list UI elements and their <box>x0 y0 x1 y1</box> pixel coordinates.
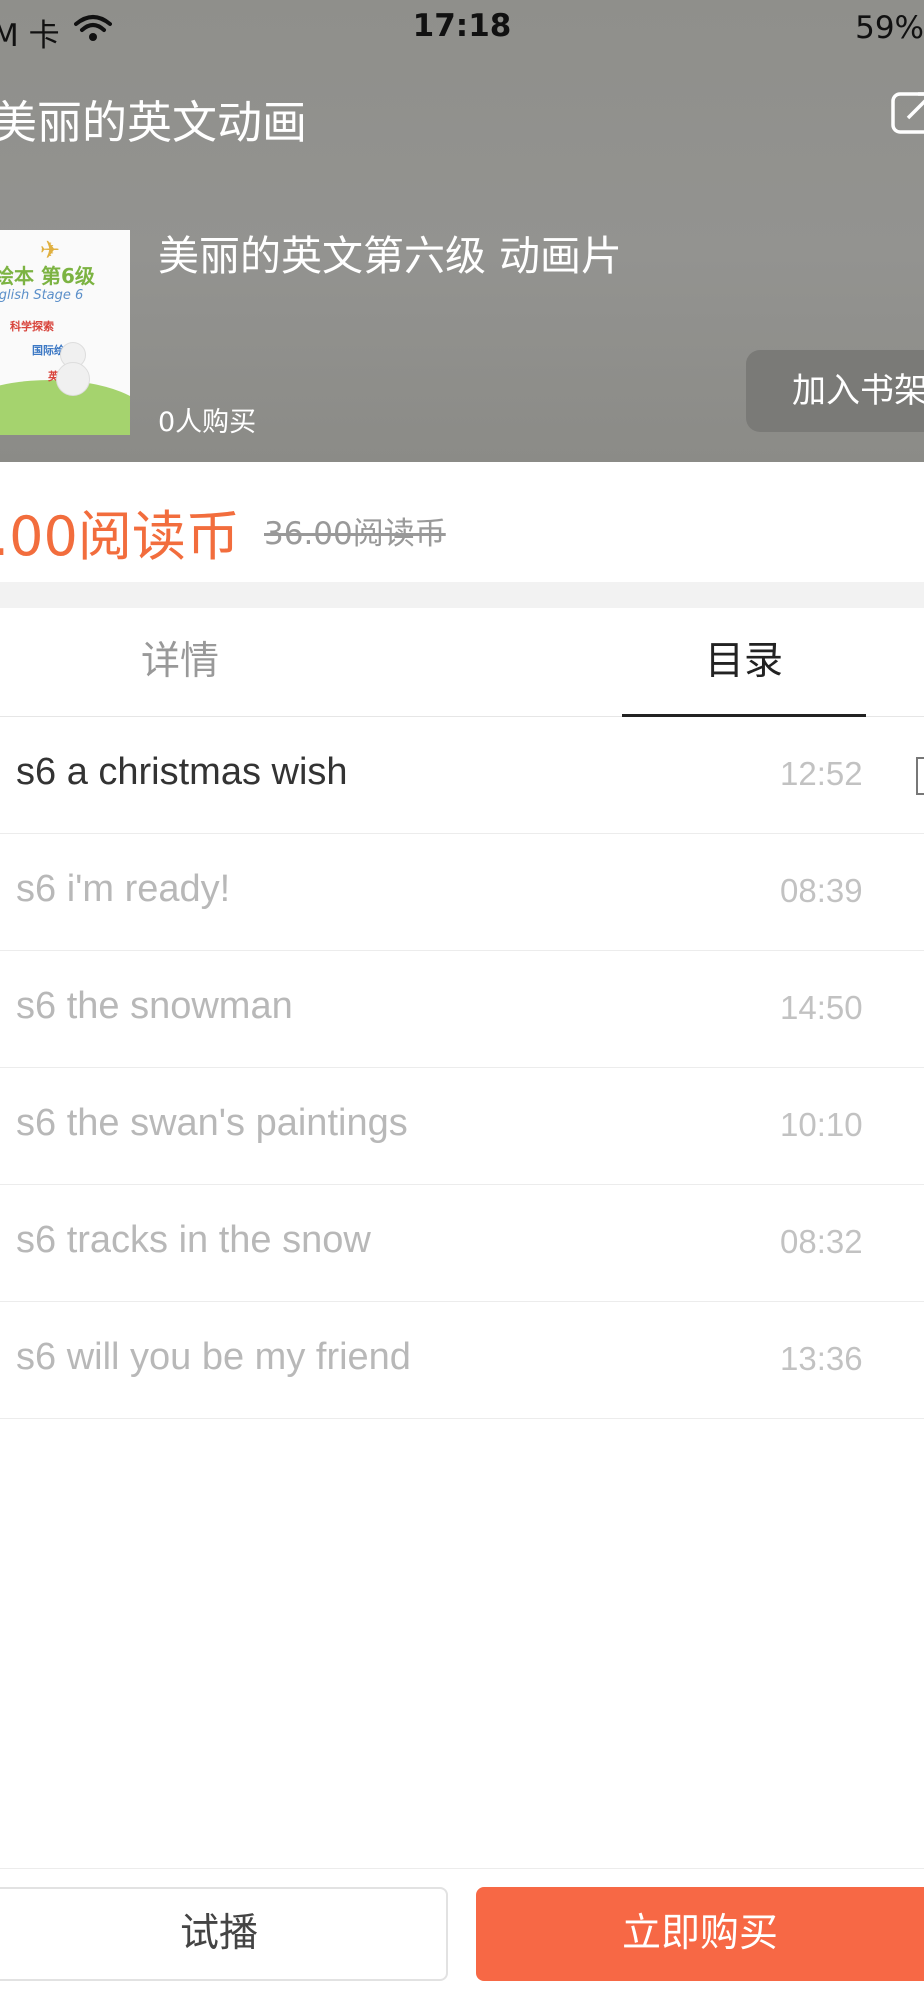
book-title: 美丽的英文第六级 动画片 <box>158 232 623 280</box>
catalog-item[interactable]: s6 a christmas wish 12:52 <box>0 717 924 834</box>
section-divider <box>0 582 924 608</box>
episode-duration: 13:36 <box>780 1340 863 1377</box>
episode-duration: 08:39 <box>780 872 863 909</box>
episode-title: s6 a christmas wish <box>16 751 348 793</box>
cover-line: 科学探索 <box>10 320 54 333</box>
episode-title: s6 tracks in the snow <box>16 1219 371 1261</box>
status-bar: M 卡 17:18 59% <box>0 0 924 56</box>
episode-duration: 14:50 <box>780 989 863 1026</box>
catalog-item[interactable]: s6 will you be my friend 13:36 <box>0 1302 924 1419</box>
episode-title: s6 will you be my friend <box>16 1336 411 1378</box>
episode-title: s6 the swan's paintings <box>16 1102 408 1144</box>
book-header: M 卡 17:18 59% 美丽的英文动画 ✈ 级绘本 第6级 . Englis… <box>0 0 924 462</box>
price-row: .00阅读币 36.00阅读币 <box>0 462 924 582</box>
catalog-item[interactable]: s6 the snowman 14:50 <box>0 951 924 1068</box>
episode-duration: 12:52 <box>780 755 863 792</box>
status-time: 17:18 <box>412 8 512 44</box>
catalog-list: s6 a christmas wish 12:52 s6 i'm ready! … <box>0 717 924 1419</box>
buyer-count: 0人购买 <box>158 407 257 438</box>
playing-indicator-icon <box>916 757 924 795</box>
battery-level: 59% <box>855 10 924 46</box>
share-icon[interactable] <box>890 88 924 136</box>
catalog-item[interactable]: s6 the swan's paintings 10:10 <box>0 1068 924 1185</box>
catalog-item[interactable]: s6 tracks in the snow 08:32 <box>0 1185 924 1302</box>
current-price: .00阅读币 <box>0 505 240 568</box>
episode-title: s6 i'm ready! <box>16 868 231 910</box>
tab-catalog[interactable]: 目录 <box>622 608 866 716</box>
add-to-shelf-button[interactable]: 加入书架 <box>746 350 924 432</box>
tab-bar: 详情 目录 <box>0 608 924 717</box>
original-price: 36.00阅读币 <box>264 516 446 552</box>
trial-play-button[interactable]: 试播 <box>0 1887 448 1981</box>
catalog-item[interactable]: s6 i'm ready! 08:39 <box>0 834 924 951</box>
page-title: 美丽的英文动画 <box>0 96 308 149</box>
buy-now-button[interactable]: 立即购买 <box>476 1887 924 1981</box>
book-cover: ✈ 级绘本 第6级 . English Stage 6 科学探索 国际绘本 英文 <box>0 230 130 435</box>
bottom-action-bar: 试播 立即购买 <box>0 1868 924 2001</box>
cover-title: 级绘本 第6级 <box>0 264 95 288</box>
cover-subtitle: . English Stage 6 <box>0 288 84 303</box>
tab-details[interactable]: 详情 <box>80 608 280 716</box>
episode-duration: 10:10 <box>780 1106 863 1143</box>
episode-duration: 08:32 <box>780 1223 863 1260</box>
episode-title: s6 the snowman <box>16 985 293 1027</box>
snowman-body <box>56 362 90 396</box>
